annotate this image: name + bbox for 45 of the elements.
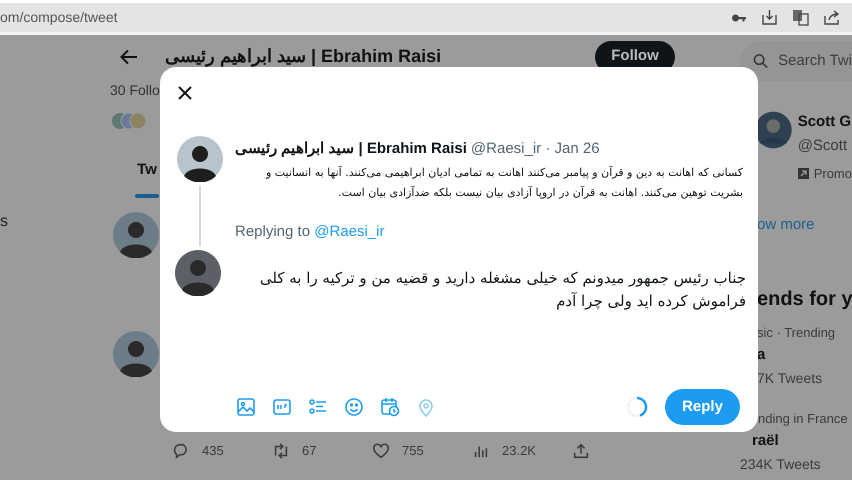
avatar — [175, 250, 221, 296]
search-field[interactable]: Search Twi — [740, 41, 852, 81]
trend-name[interactable]: a — [757, 344, 852, 366]
search-icon — [753, 53, 768, 69]
nav-label: s — [0, 212, 9, 232]
emoji-icon[interactable] — [344, 397, 364, 417]
action-count: 755 — [402, 442, 424, 460]
user-name: Scott G — [798, 112, 852, 132]
promoted-icon — [798, 168, 809, 180]
trend-tweet-count: 7K Tweets — [757, 369, 824, 388]
gif-icon[interactable] — [272, 397, 292, 417]
trend-context: nding in France — [758, 410, 849, 428]
action-count: 67 — [302, 442, 316, 460]
retweet-icon[interactable] — [272, 442, 290, 460]
action-count: 23.2K — [502, 442, 536, 460]
back-arrow-icon[interactable] — [120, 48, 138, 64]
url-text: om/compose/tweet — [0, 8, 118, 27]
share-icon[interactable] — [823, 9, 840, 26]
reply-input[interactable]: جناب رئیس جمهور میدونم که خیلی مشغله دارید و قضیه من و ترکیه را به کلی فراموش کرده اید ولی چرا آدم — [239, 267, 746, 313]
author-name: سید ابراهیم رئیسی | Ebrahim Raisi — [235, 140, 467, 157]
trend-context: sic · Trending — [757, 324, 836, 342]
profile-title: سید ابراهیم رئیسی | Ebrahim Raisi — [165, 45, 442, 69]
follower-avatars-icon — [112, 113, 146, 129]
profile-tab[interactable]: Tw — [135, 159, 159, 198]
translate-icon[interactable] — [792, 9, 809, 26]
promoted-label: Promo — [814, 165, 852, 183]
reply-icon[interactable] — [172, 442, 190, 460]
like-icon[interactable] — [372, 442, 390, 460]
followers-count: 30 Follo — [110, 81, 160, 98]
avatar — [113, 212, 159, 258]
action-count: 435 — [202, 442, 224, 460]
user-handle: @Scott — [798, 136, 848, 156]
avatar — [176, 136, 222, 182]
progress-ring-icon — [626, 396, 648, 418]
trend-name[interactable]: raël — [752, 430, 852, 452]
tweet-text: کسانی که اهانت به دین و قرآن و پیامبر می‌کنند اهانت به تمامی ادیان ابراهیمی می‌کنند. آنها به انسانیت و بشریت توهین می‌کنند. اهانت به قرآن در اروپا آزادی بیان نیست بلکه ضدآزادی بیان است. — [264, 164, 743, 201]
download-icon[interactable] — [761, 9, 778, 26]
schedule-icon[interactable] — [380, 397, 400, 417]
avatar — [113, 330, 159, 376]
share-icon[interactable] — [572, 442, 590, 460]
close-icon[interactable] — [178, 86, 192, 100]
tweet-meta: @Raesi_ir · Jan 26 — [470, 140, 600, 157]
image-icon[interactable] — [236, 397, 256, 417]
trend-tweet-count: 234K Tweets — [740, 455, 822, 474]
replying-to-text: Replying to @Raesi_ir — [235, 222, 386, 242]
